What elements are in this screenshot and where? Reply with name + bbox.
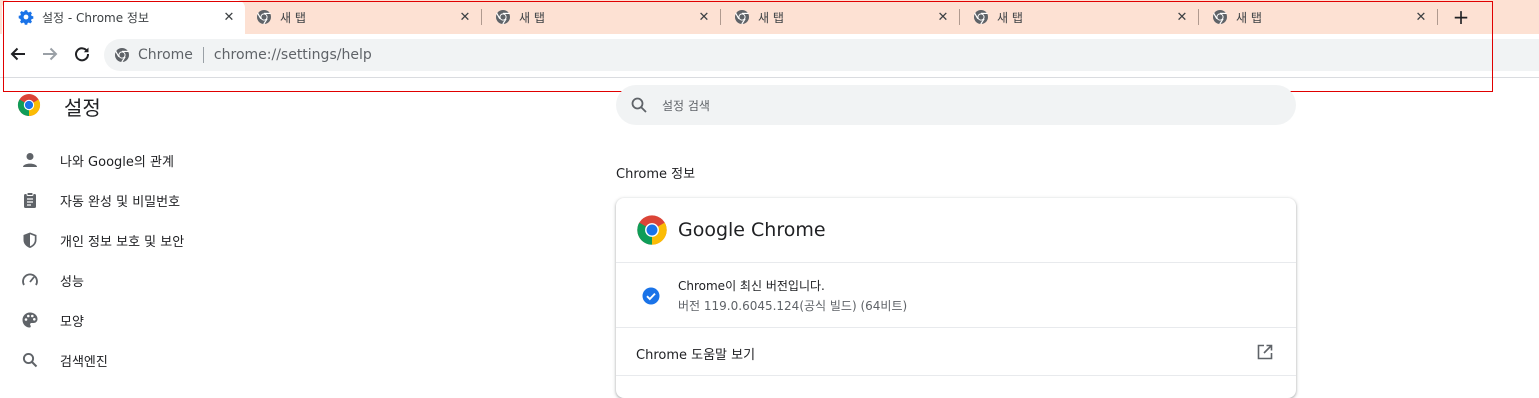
shield-icon xyxy=(20,230,40,250)
tab-title: 새 탭 xyxy=(519,10,545,25)
search-placeholder: 설정 검색 xyxy=(662,98,710,113)
omnibox-divider xyxy=(202,47,204,63)
close-icon[interactable]: ✕ xyxy=(1174,9,1190,25)
close-icon[interactable]: ✕ xyxy=(1413,9,1429,25)
tab-new-tab[interactable]: 새 탭 ✕ xyxy=(1196,0,1437,34)
forward-button[interactable] xyxy=(38,42,62,66)
nav-item-privacy[interactable]: 개인 정보 보호 및 보안 xyxy=(20,228,184,252)
nav-item-label: 개인 정보 보호 및 보안 xyxy=(60,234,185,250)
nav-item-search-engine[interactable]: 검색엔진 xyxy=(20,348,108,372)
divider xyxy=(616,375,1296,376)
close-icon[interactable]: ✕ xyxy=(221,9,237,25)
arrow-left-icon xyxy=(10,47,25,61)
person-icon xyxy=(20,150,40,170)
new-tab-button[interactable]: + xyxy=(1450,5,1472,29)
version-text: 버전 119.0.6045.124(공식 빌드) (64비트) xyxy=(678,299,908,313)
toolbar: Chrome chrome://settings/help xyxy=(0,34,1539,78)
chrome-icon xyxy=(1212,9,1228,25)
help-link[interactable]: Chrome 도움말 보기 xyxy=(636,344,755,363)
tab-new-tab[interactable]: 새 탭 ✕ xyxy=(240,0,481,34)
section-title: Chrome 정보 xyxy=(616,167,696,182)
chrome-logo xyxy=(17,94,41,116)
tab-separator xyxy=(1437,9,1438,25)
nav-item-label: 나와 Google의 관계 xyxy=(60,154,174,170)
reload-icon xyxy=(75,47,90,62)
search-icon xyxy=(631,97,647,113)
tab-title: 설정 - Chrome 정보 xyxy=(42,10,150,25)
about-chrome-card: Google Chrome Chrome이 최신 버전입니다. 버전 119.0… xyxy=(616,198,1296,398)
close-icon[interactable]: ✕ xyxy=(935,9,951,25)
nav-item-label: 검색엔진 xyxy=(60,354,108,370)
chrome-icon xyxy=(495,9,511,25)
tab-title: 새 탭 xyxy=(1236,10,1262,25)
gear-icon xyxy=(18,9,34,25)
address-bar[interactable]: Chrome chrome://settings/help xyxy=(104,39,1539,71)
tab-title: 새 탭 xyxy=(758,10,784,25)
site-chip[interactable]: Chrome xyxy=(138,47,193,63)
nav-item-label: 성능 xyxy=(60,274,84,290)
tab-title: 새 탭 xyxy=(280,10,306,25)
settings-search-input[interactable]: 설정 검색 xyxy=(616,85,1296,125)
nav-item-label: 모양 xyxy=(60,314,84,330)
chrome-logo xyxy=(637,215,667,245)
nav-item-autofill[interactable]: 자동 완성 및 비밀번호 xyxy=(20,188,180,212)
tab-new-tab[interactable]: 새 탭 ✕ xyxy=(718,0,959,34)
nav-item-performance[interactable]: 성능 xyxy=(20,268,84,292)
close-icon[interactable]: ✕ xyxy=(457,9,473,25)
url-text[interactable]: chrome://settings/help xyxy=(214,47,372,63)
nav-item-appearance[interactable]: 모양 xyxy=(20,308,84,332)
clipboard-icon xyxy=(20,190,40,210)
palette-icon xyxy=(20,310,40,330)
nav-item-label: 자동 완성 및 비밀번호 xyxy=(60,194,181,210)
tab-new-tab[interactable]: 새 탭 ✕ xyxy=(479,0,720,34)
arrow-right-icon xyxy=(43,47,58,61)
tab-title: 새 탭 xyxy=(997,10,1023,25)
product-name: Google Chrome xyxy=(678,219,826,241)
open-external-icon[interactable] xyxy=(1256,343,1274,361)
chrome-icon xyxy=(256,9,272,25)
help-row[interactable]: Chrome 도움말 보기 xyxy=(616,327,1296,376)
update-status: Chrome이 최신 버전입니다. xyxy=(678,279,825,293)
page-title: 설정 xyxy=(64,96,101,120)
chrome-icon xyxy=(973,9,989,25)
chrome-icon xyxy=(734,9,750,25)
reload-button[interactable] xyxy=(70,42,94,66)
tab-settings[interactable]: 설정 - Chrome 정보 ✕ xyxy=(2,0,245,34)
speedometer-icon xyxy=(20,270,40,290)
chrome-icon xyxy=(114,47,130,63)
update-status-row: Chrome이 최신 버전입니다. 버전 119.0.6045.124(공식 빌… xyxy=(616,262,1296,328)
tab-new-tab[interactable]: 새 탭 ✕ xyxy=(957,0,1198,34)
card-header: Google Chrome xyxy=(636,214,826,246)
back-button[interactable] xyxy=(6,42,30,66)
check-circle-icon xyxy=(642,287,660,305)
nav-item-you-and-google[interactable]: 나와 Google의 관계 xyxy=(20,148,174,172)
search-icon xyxy=(20,350,40,370)
tab-strip: 설정 - Chrome 정보 ✕ 새 탭 ✕ 새 탭 ✕ 새 탭 ✕ 새 탭 ✕… xyxy=(0,0,1539,34)
close-icon[interactable]: ✕ xyxy=(696,9,712,25)
